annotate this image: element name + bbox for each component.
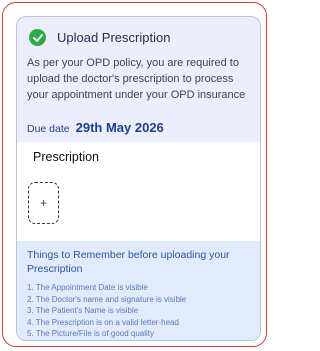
- plus-icon: +: [39, 196, 47, 210]
- checkmark-glyph: [32, 33, 43, 42]
- policy-description: As per your OPD policy, you are required…: [27, 57, 246, 101]
- list-item: 5. The Picture/File is of good quality: [27, 329, 155, 338]
- card-title: Upload Prescription: [57, 30, 171, 45]
- card-header: Upload Prescription As per your OPD poli…: [17, 17, 260, 142]
- due-date-label: Due date: [27, 123, 70, 135]
- list-item: 2. The Doctor's name and signature is vi…: [27, 294, 187, 304]
- upload-prescription-button[interactable]: +: [28, 182, 59, 224]
- due-date: Due date 29th May 2026: [27, 120, 164, 135]
- check-circle-icon: [29, 29, 46, 46]
- tips-section: Things to Remember before uploading your…: [17, 241, 260, 340]
- list-item: 1. The Appointment Date is visible: [27, 283, 148, 292]
- tips-list: 1. The Appointment Date is visible 2. Th…: [27, 282, 186, 340]
- prescription-section: Prescription +: [17, 142, 260, 241]
- due-date-value: 29th May 2026: [75, 120, 164, 135]
- list-item: 4. The Prescription is on a valid letter…: [27, 317, 179, 327]
- list-item: 3. The Patient's Name is visible: [27, 306, 139, 315]
- title-row: Upload Prescription: [29, 29, 170, 46]
- tips-title: Things to Remember before uploading your…: [27, 249, 230, 275]
- outer-frame: Upload Prescription As per your OPD poli…: [2, 2, 267, 347]
- prescription-title: Prescription: [33, 150, 99, 164]
- upload-prescription-card: Upload Prescription As per your OPD poli…: [16, 16, 261, 341]
